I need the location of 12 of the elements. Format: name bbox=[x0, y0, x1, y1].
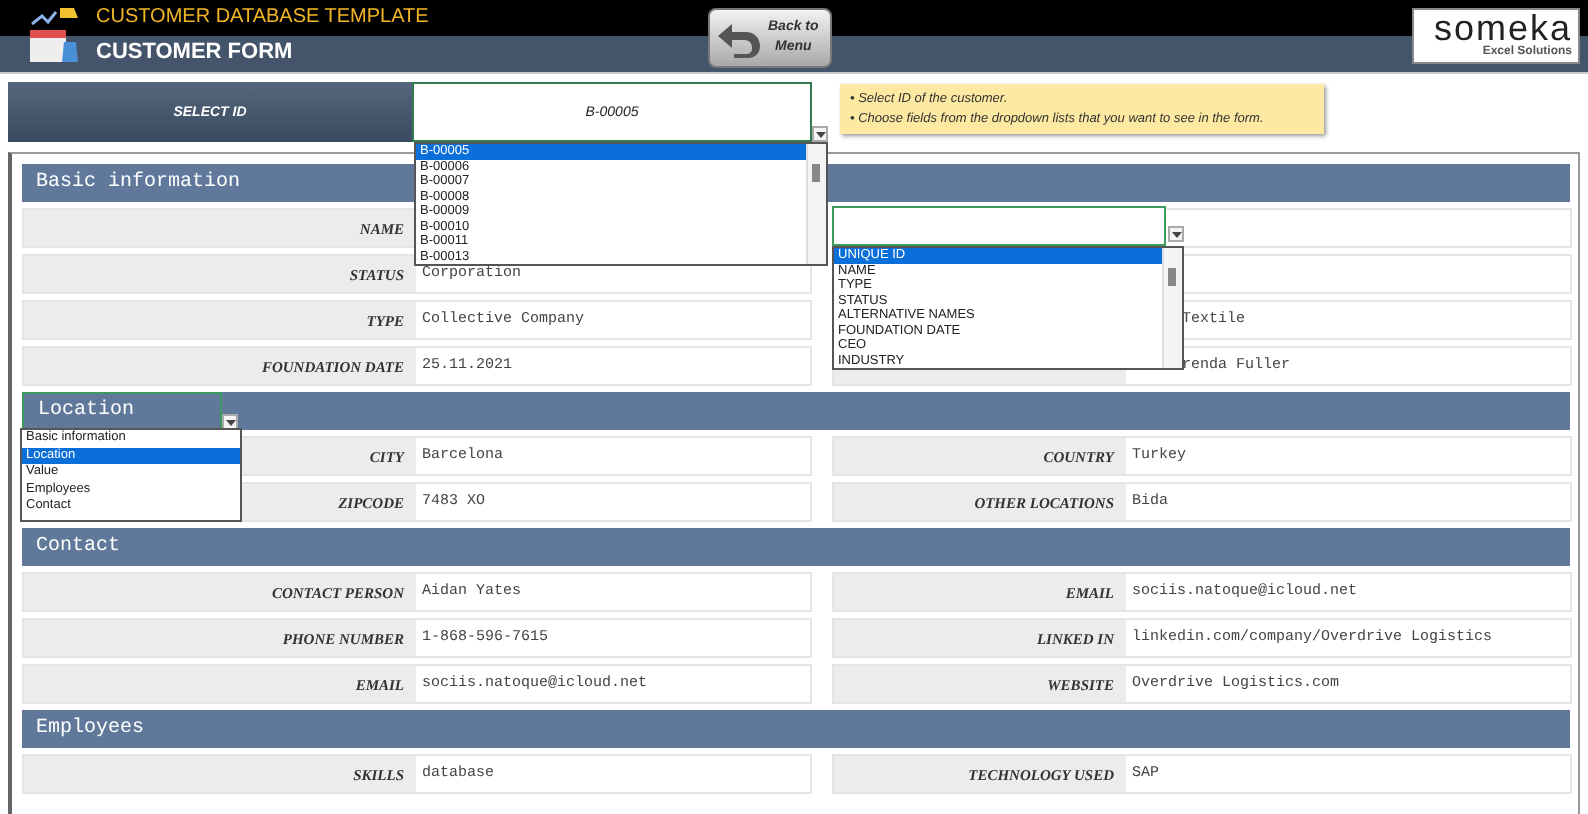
section-header: Employees bbox=[22, 710, 1570, 748]
dropdown-arrow-button[interactable] bbox=[812, 126, 828, 142]
scrollbar[interactable] bbox=[806, 144, 826, 264]
app-icon bbox=[24, 6, 84, 66]
section-header: Contact bbox=[22, 528, 1570, 566]
dropdown-arrow-button[interactable] bbox=[1168, 226, 1184, 242]
scrollbar[interactable] bbox=[1162, 248, 1182, 368]
app-title: CUSTOMER DATABASE TEMPLATE bbox=[96, 6, 431, 28]
section-dropdown-field[interactable]: Location bbox=[22, 392, 222, 430]
field-dropdown-field[interactable] bbox=[832, 206, 1166, 246]
form-title: CUSTOMER FORM bbox=[96, 40, 295, 64]
undo-arrow-icon bbox=[716, 18, 764, 58]
